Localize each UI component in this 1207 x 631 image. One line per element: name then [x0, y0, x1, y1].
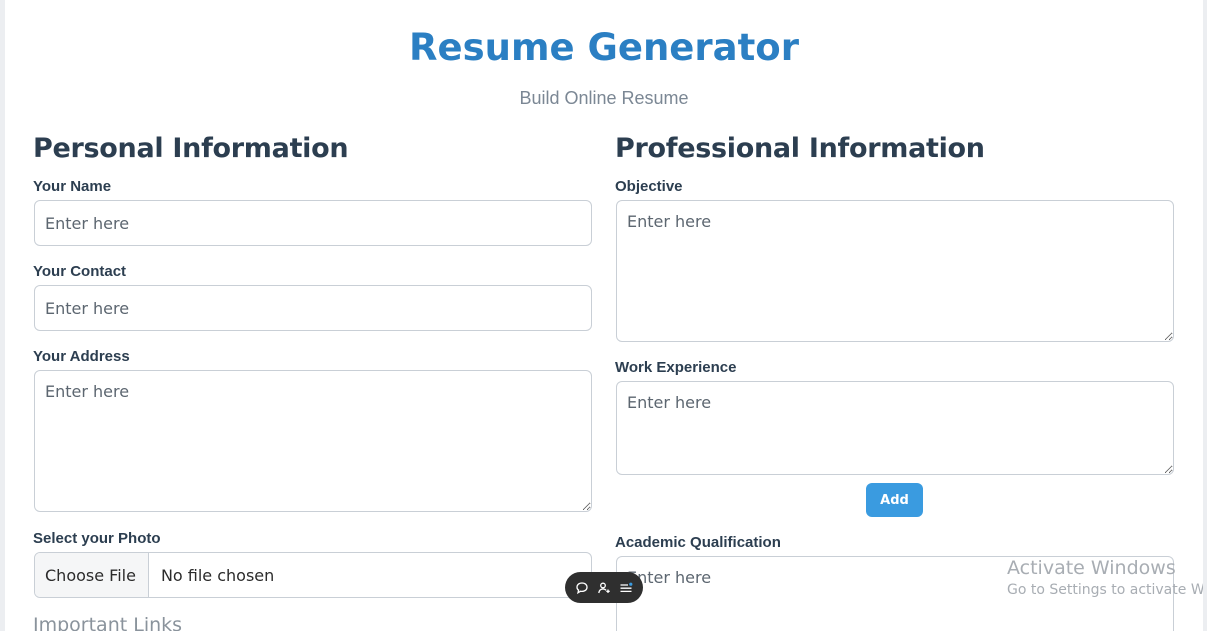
address-textarea[interactable] [34, 370, 592, 512]
professional-info-heading: Professional Information [615, 133, 985, 164]
add-user-icon[interactable] [597, 581, 611, 595]
menu-icon[interactable] [619, 581, 633, 595]
activation-watermark-subtitle: Go to Settings to activate Windows. [1007, 582, 1203, 598]
choose-file-button[interactable]: Choose File [35, 553, 149, 597]
floating-toolbar [565, 572, 643, 603]
photo-label: Select your Photo [33, 530, 161, 547]
photo-file-input[interactable]: Choose File No file chosen [34, 552, 592, 598]
contact-label: Your Contact [33, 263, 127, 280]
personal-info-heading: Personal Information [33, 133, 349, 164]
add-work-experience-button[interactable]: Add [866, 483, 923, 517]
important-links-heading: Important Links [33, 614, 183, 631]
activation-watermark-title: Activate Windows [1007, 557, 1176, 579]
academic-label: Academic Qualification [615, 534, 781, 551]
name-label: Your Name [33, 178, 112, 195]
name-input[interactable] [34, 200, 592, 246]
comment-icon[interactable] [575, 581, 589, 595]
work-experience-textarea[interactable] [616, 381, 1174, 475]
objective-textarea[interactable] [616, 200, 1174, 342]
objective-label: Objective [615, 178, 683, 195]
file-status-text: No file chosen [160, 565, 275, 585]
address-label: Your Address [33, 348, 130, 365]
work-experience-label: Work Experience [615, 359, 737, 376]
page-subtitle: Build Online Resume [519, 88, 689, 108]
resume-form-page: Resume Generator Build Online Resume Per… [5, 0, 1203, 631]
contact-input[interactable] [34, 285, 592, 331]
page-title: Resume Generator [409, 26, 799, 69]
